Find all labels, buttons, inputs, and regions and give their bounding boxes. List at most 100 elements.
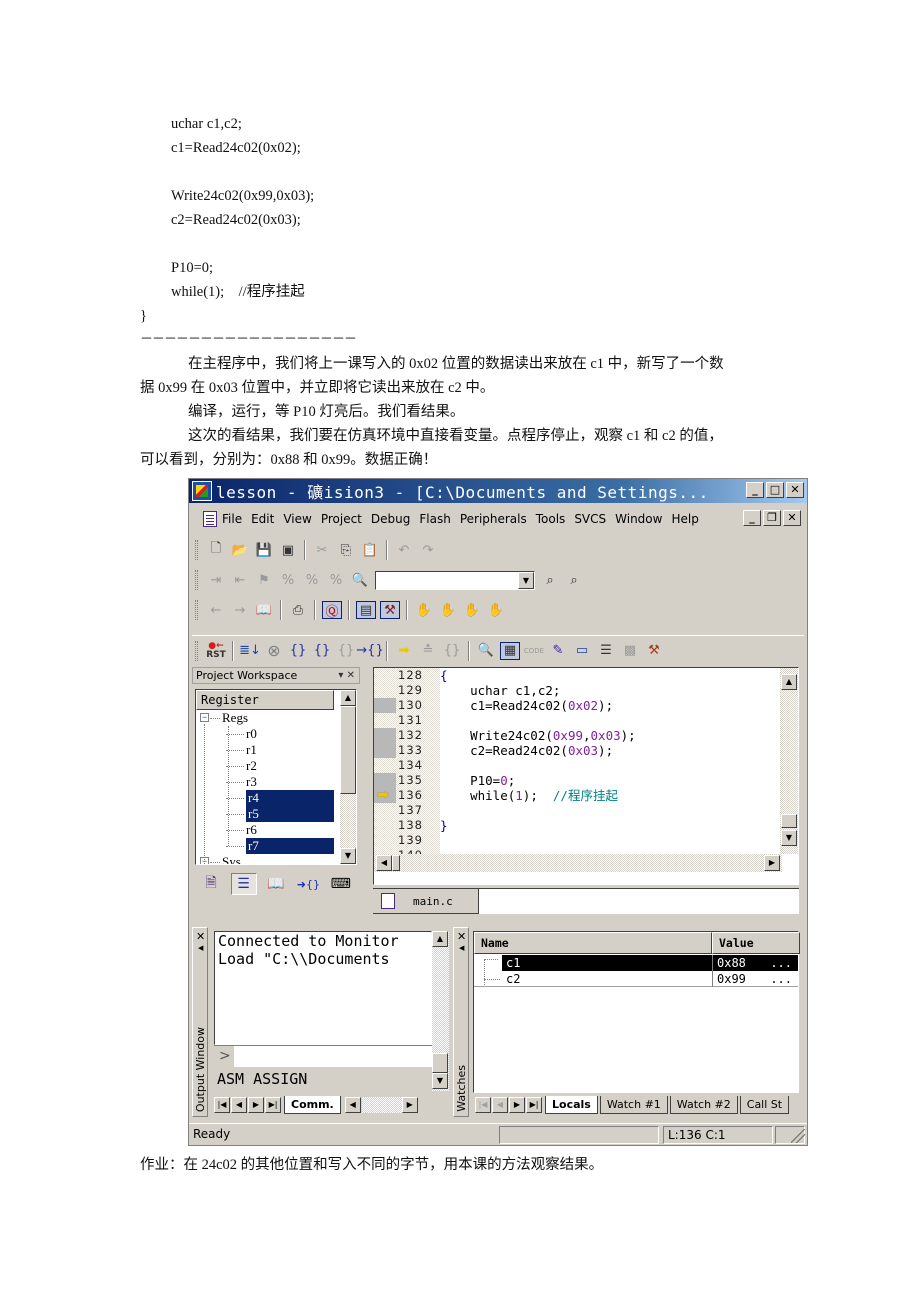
prev-tab-icon[interactable]: ◀ <box>231 1097 247 1113</box>
close-icon[interactable]: ✕ <box>457 930 466 943</box>
dropdown-arrow-icon[interactable]: ▼ <box>518 571 534 589</box>
executable-line-marker[interactable] <box>374 743 396 758</box>
code-coverage-icon[interactable]: CODE <box>524 642 544 660</box>
menu-debug[interactable]: Debug <box>371 512 410 526</box>
memory-window-icon[interactable]: ✎ <box>548 642 568 660</box>
disassembly-icon[interactable]: 🔍 <box>476 642 496 660</box>
toolbox-hammer-icon[interactable]: ⚒ <box>644 642 664 660</box>
watch-window-icon[interactable]: ▦ <box>500 641 520 660</box>
scroll-thumb[interactable] <box>432 1053 448 1073</box>
executable-line-marker[interactable] <box>374 698 396 713</box>
tree-item-sys[interactable]: − Sys <box>196 854 356 864</box>
close-icon[interactable]: ✕ <box>196 930 205 943</box>
menu-file[interactable]: File <box>222 512 242 526</box>
command-input[interactable]: > <box>214 1045 432 1067</box>
scroll-thumb[interactable] <box>392 855 400 871</box>
mdi-restore-button[interactable]: ❐ <box>763 510 781 526</box>
editor-vertical-scrollbar[interactable]: ▲ ▼ <box>780 668 798 854</box>
cut-icon[interactable]: ✂ <box>312 541 332 559</box>
open-folder-icon[interactable]: 📂 <box>230 541 250 559</box>
paste-icon[interactable]: 📋 <box>360 541 380 559</box>
run-to-cursor-icon[interactable]: →{} <box>356 642 383 660</box>
find-binoculars-icon[interactable]: ⌕ <box>540 571 560 589</box>
first-tab-icon[interactable]: |◀ <box>475 1097 491 1113</box>
scroll-down-icon[interactable]: ▼ <box>340 848 356 864</box>
column-header-value[interactable]: Value <box>712 932 800 954</box>
breakpoint-hand-icon[interactable]: ✋ <box>414 601 434 619</box>
next-tab-icon[interactable]: ▶ <box>248 1097 264 1113</box>
show-next-statement-icon[interactable]: ➡ <box>394 642 414 660</box>
executable-line-marker[interactable] <box>374 728 396 743</box>
copy-icon[interactable]: ⎘ <box>336 541 356 559</box>
back-arrow-icon[interactable]: ← <box>206 601 226 619</box>
workspace-window-icon[interactable]: ▤ <box>356 601 376 619</box>
save-icon[interactable]: 💾 <box>254 541 274 559</box>
save-all-icon[interactable]: ▣ <box>278 541 298 559</box>
disable-all-breakpoints-icon[interactable]: ✋ <box>486 601 506 619</box>
menu-help[interactable]: Help <box>671 512 698 526</box>
menu-edit[interactable]: Edit <box>251 512 274 526</box>
watches-window-handle[interactable]: ✕ ◀ Watches <box>453 927 469 1117</box>
templates-tab-icon[interactable]: ⌨ <box>328 873 354 895</box>
registers-tab-icon[interactable]: ☰ <box>230 873 257 895</box>
new-file-icon[interactable]: 🗋 <box>206 541 226 559</box>
trace-view-icon[interactable]: {} <box>442 642 462 660</box>
register-column-header[interactable]: Register <box>196 690 334 710</box>
minimize-button[interactable]: _ <box>746 482 764 498</box>
serial-window-icon[interactable]: ▭ <box>572 642 592 660</box>
watch-value[interactable]: 0x99... <box>712 971 798 987</box>
watch-value[interactable]: 0x88... <box>712 955 798 971</box>
toolbar-grip[interactable] <box>195 540 198 560</box>
print-icon[interactable]: ⎙ <box>288 601 308 619</box>
toolbar-grip[interactable] <box>195 570 198 590</box>
tree-scrollbar[interactable]: ▲ ▼ <box>340 690 356 864</box>
output-text[interactable]: Connected to Monitor Load "C:\\Documents <box>214 931 432 1045</box>
reset-button[interactable]: ●← RST <box>206 641 226 660</box>
tree-item-regs[interactable]: − Regs <box>196 710 356 726</box>
collapse-icon[interactable]: ◀ <box>198 944 203 952</box>
scroll-right-icon[interactable]: ▶ <box>764 855 780 871</box>
collapse-toggle-icon[interactable]: − <box>200 713 209 722</box>
maximize-button[interactable]: □ <box>766 482 784 498</box>
tree-item-r0[interactable]: r0 <box>196 726 356 742</box>
column-header-name[interactable]: Name <box>474 932 712 954</box>
prev-bookmark-icon[interactable]: % <box>278 571 298 589</box>
editor-horizontal-scrollbar[interactable]: ◀ ▶ <box>374 854 782 872</box>
performance-analyzer-icon[interactable]: ▩ <box>620 642 640 660</box>
tab-hscroll-track[interactable] <box>361 1097 402 1113</box>
redo-icon[interactable]: ↷ <box>418 541 438 559</box>
stop-icon[interactable]: ⊗ <box>264 641 284 660</box>
files-tab-icon[interactable]: 🗎 <box>198 873 224 895</box>
title-bar[interactable]: lesson - 礦ision3 - [C:\Documents and Set… <box>189 479 807 503</box>
toolbar-grip[interactable] <box>195 600 198 620</box>
close-button[interactable]: ✕ <box>786 482 804 498</box>
scroll-thumb[interactable] <box>781 814 797 828</box>
run-icon[interactable]: ≣↓ <box>239 642 261 660</box>
trace-record-icon[interactable]: ≛ <box>418 642 438 660</box>
scroll-down-icon[interactable]: ▼ <box>432 1073 448 1089</box>
bookmark-icon[interactable]: ⚑ <box>254 571 274 589</box>
scroll-left-icon[interactable]: ◀ <box>376 855 392 871</box>
menu-tools[interactable]: Tools <box>536 512 566 526</box>
next-bookmark-icon[interactable]: % <box>302 571 322 589</box>
output-window-handle[interactable]: ✕ ◀ Output Window <box>192 927 208 1117</box>
incremental-find-icon[interactable]: ⌕ <box>564 571 584 589</box>
file-tab-main-c[interactable]: main.c <box>373 889 479 914</box>
scroll-right-icon[interactable]: ▶ <box>401 1097 418 1113</box>
scroll-up-icon[interactable]: ▲ <box>781 674 797 690</box>
tree-item-r7[interactable]: r7 <box>196 838 356 854</box>
logic-analyzer-icon[interactable]: ☰ <box>596 642 616 660</box>
step-over-icon[interactable]: {} <box>312 642 332 660</box>
tree-item-r3[interactable]: r3 <box>196 774 356 790</box>
step-into-icon[interactable]: {} <box>288 642 308 660</box>
kill-breakpoints-icon[interactable]: ✋ <box>438 601 458 619</box>
prev-tab-icon[interactable]: ◀ <box>492 1097 508 1113</box>
find-combo[interactable]: ▼ <box>375 570 535 590</box>
clear-bookmarks-icon[interactable]: % <box>326 571 346 589</box>
tab-watch-2[interactable]: Watch #2 <box>669 1096 738 1114</box>
next-tab-icon[interactable]: ▶ <box>509 1097 525 1113</box>
menu-svcs[interactable]: SVCS <box>574 512 606 526</box>
menu-view[interactable]: View <box>283 512 311 526</box>
output-window-icon[interactable]: ⚒ <box>380 601 400 619</box>
forward-arrow-icon[interactable]: → <box>230 601 250 619</box>
